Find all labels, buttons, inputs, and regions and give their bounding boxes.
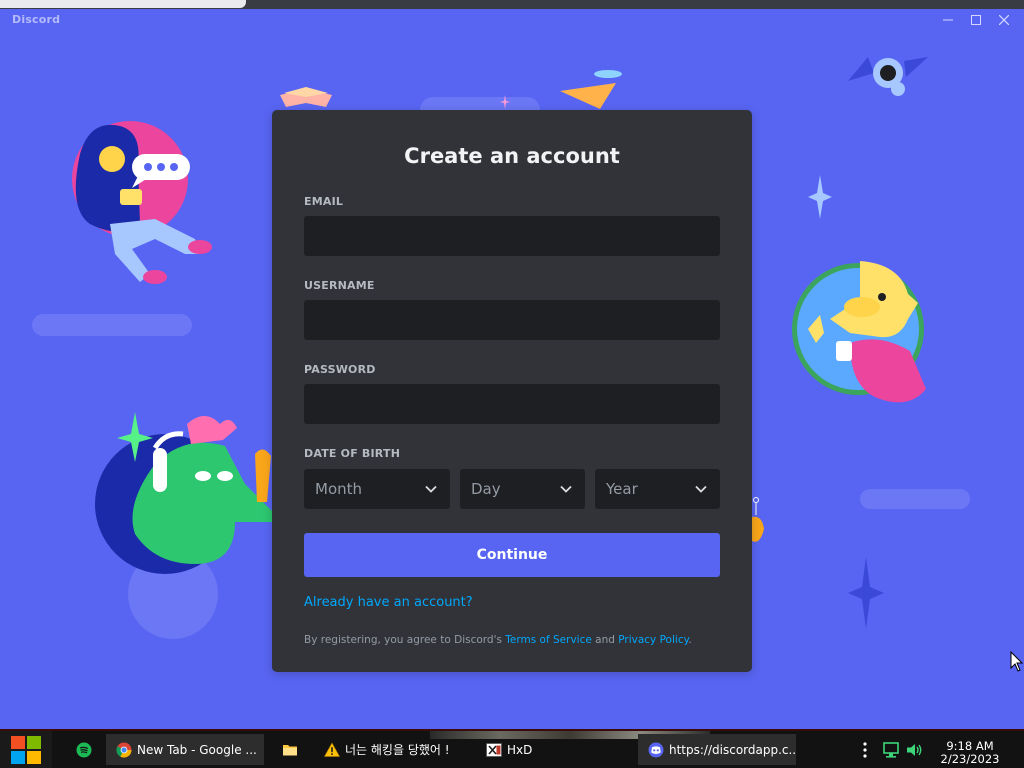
close-icon [999,15,1009,25]
network-icon[interactable] [882,742,900,758]
titlebar: Discord [0,9,1024,31]
bat-creature-illustration [848,57,928,96]
chevron-down-icon [695,485,707,493]
maximize-icon [971,15,981,25]
legal-suffix: . [688,634,692,646]
register-form: Create an account EMAIL USERNAME PASSWOR… [272,110,752,672]
waving-character-illustration [792,261,926,403]
floating-pizza-illustration [560,70,622,109]
floating-book-illustration [280,87,332,107]
background-tab [0,0,246,8]
day-select[interactable]: Day [460,469,585,509]
day-select-value: Day [471,480,501,498]
taskbar: New Tab - Google ... 너는 해킹을 당했어 ! HxD ht… [0,729,1024,768]
username-field[interactable] [304,300,720,340]
taskbar-item-warning-window[interactable]: 너는 해킹을 당했어 ! [314,734,469,765]
window-controls [934,9,1018,31]
legal-and: and [591,634,619,646]
chevron-down-icon [560,485,572,493]
hxd-icon [486,742,502,757]
email-label: EMAIL [304,195,344,208]
discord-icon [648,742,664,757]
spotify-icon [76,742,92,757]
terms-of-service-link[interactable]: Terms of Service [505,634,592,646]
person-with-phone-illustration [72,121,212,284]
taskbar-item-hxd[interactable]: HxD [476,734,630,765]
discord-window: Discord Create an account EMAIL USERNAME… [0,9,1024,729]
chevron-down-icon [425,485,437,493]
maximize-button[interactable] [962,9,990,31]
close-button[interactable] [990,9,1018,31]
taskbar-item-spotify[interactable] [66,734,104,765]
minimize-button[interactable] [934,9,962,31]
taskbar-item-discord[interactable]: https://discordapp.c... [638,734,796,765]
login-link[interactable]: Already have an account? [304,595,473,610]
background-cloud [32,314,192,336]
legal-notice: By registering, you agree to Discord's T… [304,634,724,646]
taskbar-item-label: https://discordapp.c... [669,742,796,757]
year-select[interactable]: Year [595,469,720,509]
taskbar-item-label: New Tab - Google ... [137,742,257,757]
clock-date: 2/23/2023 [940,752,1000,766]
password-label: PASSWORD [304,363,376,376]
month-select[interactable]: Month [304,469,450,509]
email-field[interactable] [304,216,720,256]
system-clock[interactable]: 9:18 AM 2/23/2023 [935,740,1005,766]
minimize-icon [943,19,953,21]
sparkle-icon [808,175,832,219]
taskbar-item-chrome[interactable]: New Tab - Google ... [106,734,264,765]
month-select-value: Month [315,480,363,498]
chrome-icon [116,742,132,758]
taskbar-item-label: 너는 해킹을 당했어 ! [345,743,450,757]
overflow-menu-icon[interactable] [862,742,868,758]
password-field[interactable] [304,384,720,424]
volume-icon[interactable] [906,742,924,758]
start-button[interactable] [0,731,52,768]
green-dragon-illustration [95,412,273,574]
taskbar-item-file-explorer[interactable] [272,734,308,765]
windows-logo-icon [11,735,41,764]
mouse-cursor-icon [1010,651,1024,672]
background-cloud [860,489,970,509]
year-select-value: Year [606,480,638,498]
date-of-birth-label: DATE OF BIRTH [304,447,401,460]
continue-button[interactable]: Continue [304,533,720,577]
warning-icon [324,741,340,757]
taskbar-item-label: HxD [507,742,533,757]
username-label: USERNAME [304,279,375,292]
sparkle-icon [848,557,884,629]
file-explorer-icon [283,744,297,755]
legal-prefix: By registering, you agree to Discord's [304,634,506,646]
privacy-policy-link[interactable]: Privacy Policy [618,634,688,646]
sparkle-icon [500,95,510,109]
app-brand: Discord [12,13,61,26]
page-title: Create an account [404,144,620,168]
